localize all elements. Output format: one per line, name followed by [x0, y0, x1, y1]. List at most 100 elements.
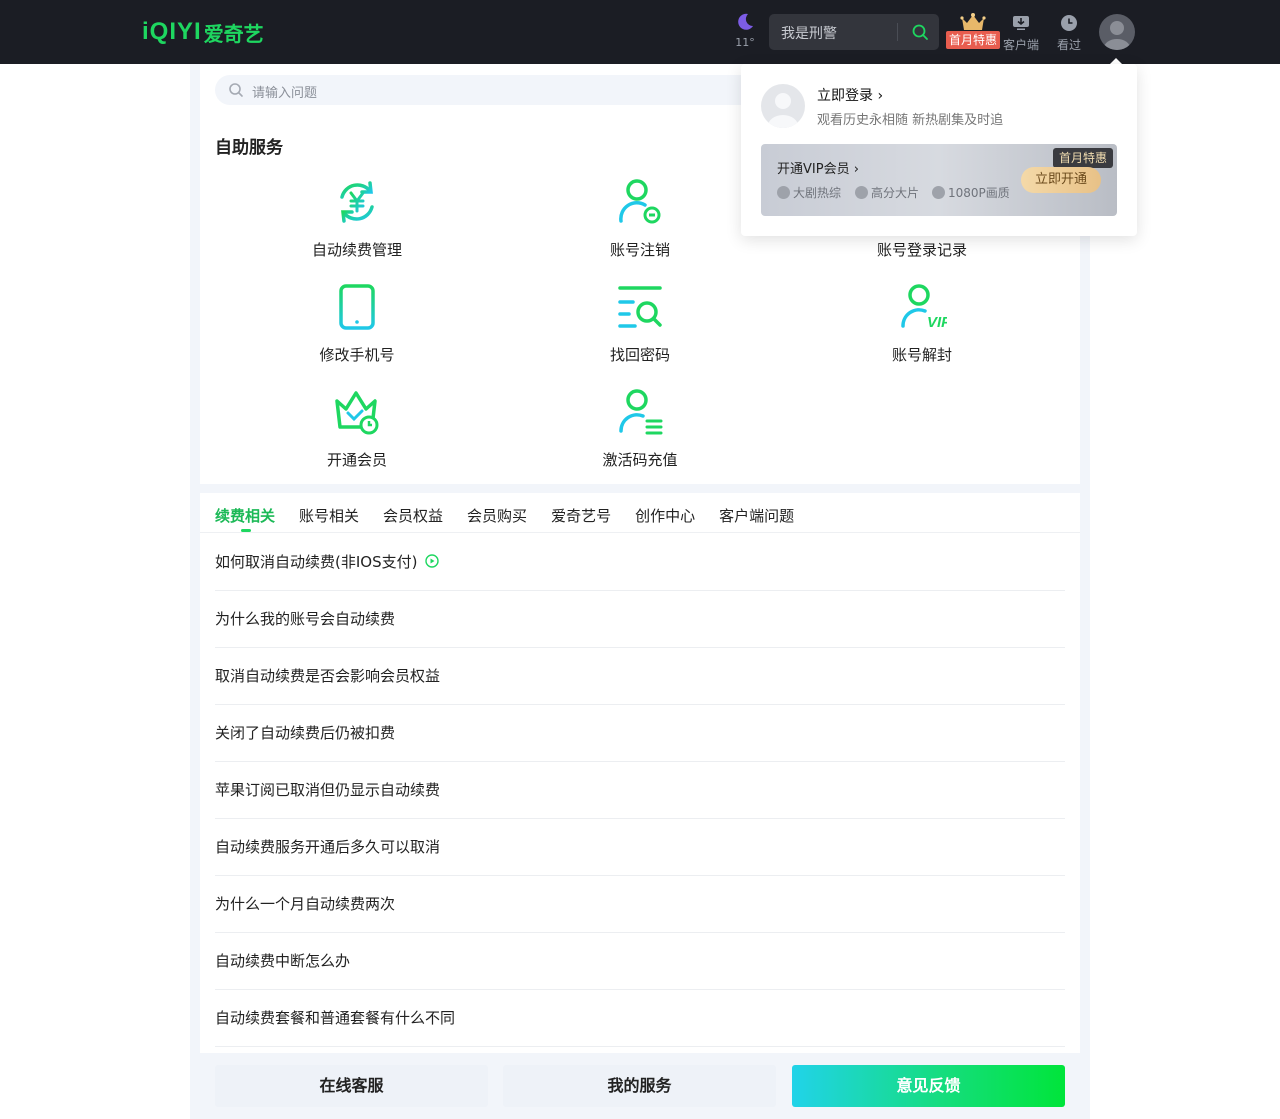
service-label: 修改手机号 — [319, 346, 395, 364]
question-search-input[interactable]: 请输入问题 — [252, 82, 317, 101]
service-label: 账号登录记录 — [876, 241, 967, 259]
service-find-password[interactable]: 找回密码 — [540, 282, 740, 365]
search-divider — [897, 23, 898, 41]
user-silhouette-icon — [1104, 21, 1130, 50]
faq-item-text: 为什么一个月自动续费两次 — [215, 895, 396, 913]
service-activation-code[interactable]: 激活码充值 — [540, 387, 740, 470]
client-download-button[interactable]: 客户端 — [1001, 14, 1041, 53]
vip-feature-text: 1080P画质 — [948, 186, 1010, 200]
my-service-button[interactable]: 我的服务 — [503, 1065, 776, 1107]
faq-item-text: 自动续费服务开通后多久可以取消 — [215, 838, 441, 856]
faq-tabs: 续费相关 账号相关 会员权益 会员购买 爱奇艺号 创作中心 客户端问题 — [215, 506, 818, 532]
popover-subtitle: 观看历史永相随 新热剧集及时追 — [817, 113, 1004, 128]
tab-creator-center[interactable]: 创作中心 — [635, 506, 695, 532]
service-open-vip[interactable]: 开通会员 — [257, 387, 457, 470]
vip-card-title[interactable]: 开通VIP会员 › — [777, 158, 859, 177]
tab-member-purchase[interactable]: 会员购买 — [467, 506, 527, 532]
faq-item[interactable]: 关闭了自动续费后仍被扣费 — [215, 705, 1065, 762]
service-label: 自动续费管理 — [311, 241, 402, 259]
online-service-button[interactable]: 在线客服 — [215, 1065, 488, 1107]
weather-temp: 11° — [735, 36, 755, 49]
service-label: 找回密码 — [609, 346, 670, 364]
faq-item-text: 如何取消自动续费(非IOS支付) — [215, 553, 418, 571]
tab-account[interactable]: 账号相关 — [299, 506, 359, 532]
login-popover: 立即登录 › 观看历史永相随 新热剧集及时追 开通VIP会员 › 大剧热综 高分… — [741, 64, 1137, 236]
service-label: 账号注销 — [609, 241, 670, 259]
login-link[interactable]: 立即登录 › — [817, 85, 883, 105]
service-change-phone[interactable]: 修改手机号 — [257, 282, 457, 365]
crown-clock-icon — [335, 391, 379, 435]
faq-item-text: 自动续费中断怎么办 — [215, 952, 351, 970]
top-navbar: iQIYI 爱奇艺 11° 我是刑警 首月特惠 客户端 看过 — [0, 0, 1280, 64]
vip-feature-text: 高分大片 — [871, 186, 920, 200]
search-icon — [229, 83, 243, 97]
service-account-unblock[interactable]: VIP 账号解封 — [822, 282, 1022, 365]
section-title: 自助服务 — [215, 138, 283, 158]
renew-yuan-icon — [340, 181, 374, 223]
search-input[interactable]: 我是刑警 — [781, 23, 837, 43]
faq-item-text: 为什么我的账号会自动续费 — [215, 610, 396, 628]
faq-item-text: 苹果订阅已取消但仍显示自动续费 — [215, 781, 441, 799]
tab-renewal[interactable]: 续费相关 — [215, 506, 275, 532]
crown-icon — [960, 13, 986, 30]
vip-promo-button[interactable]: 首月特惠 — [946, 12, 1000, 52]
faq-item[interactable]: 取消自动续费是否会影响会员权益 — [215, 648, 1065, 705]
user-minus-icon — [619, 179, 661, 224]
vip-promo-tag: 首月特惠 — [946, 31, 1000, 49]
search-list-icon — [618, 286, 662, 328]
faq-item[interactable]: 自动续费服务开通后多久可以取消 — [215, 819, 1065, 876]
faq-item[interactable]: 为什么一个月自动续费两次 — [215, 876, 1065, 933]
feedback-button[interactable]: 意见反馈 — [792, 1065, 1065, 1107]
tab-client-issues[interactable]: 客户端问题 — [719, 506, 794, 532]
faq-item-text: 取消自动续费是否会影响会员权益 — [215, 667, 441, 685]
play-video-icon[interactable] — [425, 554, 440, 568]
service-label: 账号解封 — [891, 346, 952, 364]
login-link-text: 立即登录 — [817, 88, 873, 104]
search-icon[interactable] — [911, 23, 929, 41]
vip-feature: 大剧热综 — [777, 184, 841, 201]
download-icon — [1013, 16, 1029, 30]
open-vip-button[interactable]: 立即开通 — [1021, 167, 1101, 193]
svg-text:VIP: VIP — [927, 314, 947, 331]
vip-card-title-text: 开通VIP会员 — [777, 162, 850, 177]
faq-item[interactable]: 自动续费套餐和普通套餐有什么不同 — [215, 990, 1065, 1047]
faq-item[interactable]: 自动续费中断怎么办 — [215, 933, 1065, 990]
chevron-right-icon: › — [877, 88, 884, 104]
tab-iqiyi-account[interactable]: 爱奇艺号 — [551, 506, 611, 532]
service-auto-renew[interactable]: 自动续费管理 — [257, 177, 457, 260]
user-avatar[interactable] — [1099, 14, 1135, 50]
service-label: 激活码充值 — [602, 451, 678, 469]
moon-icon — [738, 13, 753, 30]
vip-promo-card[interactable]: 开通VIP会员 › 大剧热综 高分大片 1080P画质 首月特惠 立即开通 — [761, 144, 1117, 216]
drama-icon — [777, 186, 790, 199]
tabs-divider — [200, 532, 1080, 533]
faq-item[interactable]: 为什么我的账号会自动续费 — [215, 591, 1065, 648]
vip-feature-text: 大剧热综 — [793, 186, 842, 200]
hd-icon — [932, 186, 945, 199]
user-card-icon — [619, 389, 663, 435]
user-vip-icon: VIP — [901, 284, 952, 331]
weather-widget[interactable]: 11° — [733, 12, 757, 49]
logo-text: iQIYI — [142, 18, 202, 45]
search-box[interactable]: 我是刑警 — [769, 14, 939, 50]
chevron-right-icon: › — [853, 162, 859, 177]
history-label: 看过 — [1056, 38, 1081, 52]
client-label: 客户端 — [1002, 38, 1039, 52]
clock-icon — [1061, 15, 1077, 31]
history-button[interactable]: 看过 — [1049, 14, 1089, 53]
phone-icon — [339, 284, 375, 330]
faq-item[interactable]: 如何取消自动续费(非IOS支付) — [215, 534, 1065, 591]
movie-icon — [855, 186, 868, 199]
faq-item-text: 关闭了自动续费后仍被扣费 — [215, 724, 396, 742]
faq-item-text: 自动续费套餐和普通套餐有什么不同 — [215, 1009, 456, 1027]
tab-member-benefits[interactable]: 会员权益 — [383, 506, 443, 532]
iqiyi-logo[interactable]: iQIYI 爱奇艺 — [142, 18, 264, 46]
vip-feature: 高分大片 — [855, 184, 919, 201]
popover-avatar[interactable] — [761, 84, 805, 128]
first-month-tag: 首月特惠 — [1052, 148, 1113, 168]
service-label: 开通会员 — [326, 451, 387, 469]
user-silhouette-icon — [768, 93, 798, 128]
service-account-cancel[interactable]: 账号注销 — [540, 177, 740, 260]
faq-item[interactable]: 苹果订阅已取消但仍显示自动续费 — [215, 762, 1065, 819]
vip-feature: 1080P画质 — [932, 184, 1010, 201]
